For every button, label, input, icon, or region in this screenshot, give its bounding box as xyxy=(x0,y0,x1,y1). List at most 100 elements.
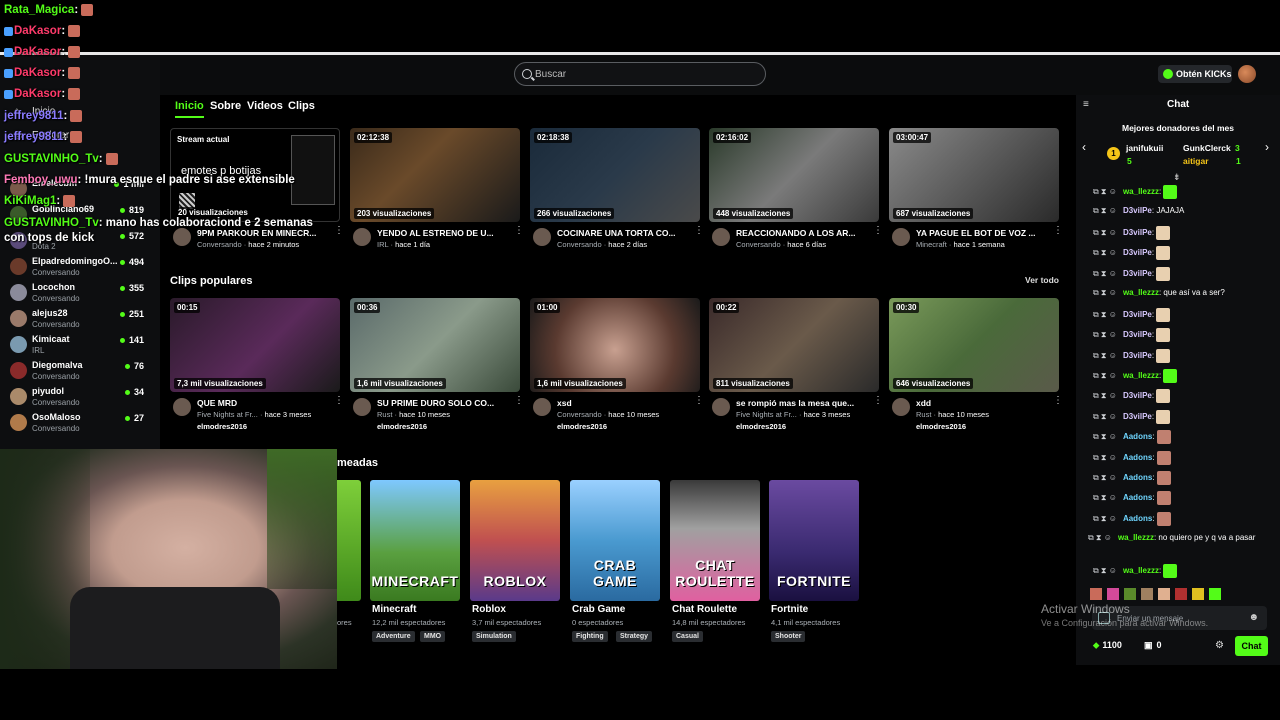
moderation-icons[interactable]: ⧉ ⧗ ☺ xyxy=(1093,432,1117,441)
channel-avatar[interactable] xyxy=(892,228,910,246)
moderation-icons[interactable]: ⧉ ⧗ ☺ xyxy=(1093,566,1117,575)
donor-name[interactable]: aitigar xyxy=(1183,156,1209,166)
category-name[interactable]: Crab Game xyxy=(572,604,625,615)
chat-username[interactable]: Aadons xyxy=(1123,514,1152,523)
clip-author[interactable]: elmodres2016 xyxy=(736,422,786,431)
video-category[interactable]: Conversando xyxy=(736,240,781,249)
chat-username[interactable]: wa_llezzz xyxy=(1123,566,1159,575)
moderation-icons[interactable]: ⧉ ⧗ ☺ xyxy=(1088,533,1112,542)
category-image[interactable]: MINECRAFT xyxy=(370,480,460,601)
clip-author[interactable]: elmodres2016 xyxy=(377,422,427,431)
moderation-icons[interactable]: ⧉ ⧗ ☺ xyxy=(1093,514,1117,523)
followed-channel[interactable]: ElpadredomingoO... Conversando 494 xyxy=(10,256,156,280)
chat-username[interactable]: wa_llezzz xyxy=(1123,187,1159,196)
clip-category[interactable]: Five Nights at Fr... xyxy=(736,410,797,419)
search-bar[interactable] xyxy=(514,62,766,86)
video-category[interactable]: Minecraft xyxy=(916,240,947,249)
more-options-icon[interactable]: ⋮ xyxy=(334,396,344,406)
clip-category[interactable]: Rust xyxy=(377,410,392,419)
category-tag[interactable]: Casual xyxy=(672,631,703,642)
clip-thumbnail[interactable]: 00:36 1,6 mil visualizaciones xyxy=(350,298,520,392)
chat-username[interactable]: D3vilPe xyxy=(1123,351,1152,360)
category-name[interactable]: Minecraft xyxy=(372,604,416,615)
category-image[interactable]: ROBLOX xyxy=(470,480,560,601)
moderation-icons[interactable]: ⧉ ⧗ ☺ xyxy=(1093,351,1117,360)
category-name[interactable]: Fortnite xyxy=(771,604,808,615)
clip-thumbnail[interactable]: 00:15 7,3 mil visualizaciones xyxy=(170,298,340,392)
followed-channel[interactable]: Locochon Conversando 355 xyxy=(10,282,156,306)
clip-title[interactable]: xsd xyxy=(557,398,689,408)
video-thumbnail[interactable]: 03:00:47 687 visualizaciones xyxy=(889,128,1059,222)
get-kicks-button[interactable]: Obtén KICKs xyxy=(1158,65,1232,83)
clip-author[interactable]: elmodres2016 xyxy=(197,422,247,431)
gear-icon[interactable]: ⚙ xyxy=(1215,640,1224,651)
clip-category[interactable]: Five Nights at Fr... xyxy=(197,410,258,419)
tab-clips[interactable]: Clips xyxy=(288,100,315,112)
tab-inicio[interactable]: Inicio xyxy=(175,100,204,118)
channel-avatar[interactable] xyxy=(353,398,371,416)
more-options-icon[interactable]: ⋮ xyxy=(514,396,524,406)
chevron-right-icon[interactable]: › xyxy=(1265,140,1269,154)
chat-username[interactable]: Aadons xyxy=(1123,453,1152,462)
more-options-icon[interactable]: ⋮ xyxy=(873,226,883,236)
chat-username[interactable]: D3vilPe xyxy=(1123,248,1152,257)
channel-avatar[interactable] xyxy=(892,398,910,416)
channel-points[interactable]: ⬥ 1100 xyxy=(1093,640,1122,651)
chat-username[interactable]: Aadons xyxy=(1123,473,1152,482)
user-avatar[interactable] xyxy=(1238,65,1256,83)
clip-thumbnail[interactable]: 00:22 811 visualizaciones xyxy=(709,298,879,392)
smiley-icon[interactable]: ☻ xyxy=(1248,612,1259,623)
chat-username[interactable]: D3vilPe xyxy=(1123,206,1152,215)
more-options-icon[interactable]: ⋮ xyxy=(694,396,704,406)
tab-sobre[interactable]: Sobre xyxy=(210,100,241,112)
followed-channel[interactable]: OsoMaloso Conversando 27 xyxy=(10,412,156,436)
chat-username[interactable]: D3vilPe xyxy=(1123,330,1152,339)
channel-avatar[interactable] xyxy=(533,398,551,416)
see-all-link[interactable]: Ver todo xyxy=(1025,275,1059,285)
chat-username[interactable]: D3vilPe xyxy=(1123,391,1152,400)
partial-category-image[interactable] xyxy=(337,480,361,601)
video-thumbnail[interactable]: 02:18:38 266 visualizaciones xyxy=(530,128,700,222)
chat-username[interactable]: Aadons xyxy=(1123,493,1152,502)
moderation-icons[interactable]: ⧉ ⧗ ☺ xyxy=(1093,371,1117,380)
collapse-chat-icon[interactable]: ≡ xyxy=(1083,100,1093,110)
chat-username[interactable]: D3vilPe xyxy=(1123,412,1152,421)
more-options-icon[interactable]: ⋮ xyxy=(514,226,524,236)
chat-username[interactable]: wa_llezzz xyxy=(1123,288,1159,297)
moderation-icons[interactable]: ⧉ ⧗ ☺ xyxy=(1093,453,1117,462)
kicks-balance[interactable]: ▣ 0 xyxy=(1144,640,1162,651)
more-options-icon[interactable]: ⋮ xyxy=(334,226,344,236)
moderation-icons[interactable]: ⧉ ⧗ ☺ xyxy=(1093,269,1117,278)
more-options-icon[interactable]: ⋮ xyxy=(1053,226,1063,236)
clip-title[interactable]: SU PRIME DURO SOLO CO... xyxy=(377,398,509,408)
followed-channel[interactable]: Kimicaat IRL 141 xyxy=(10,334,156,358)
video-thumbnail[interactable]: 02:12:38 203 visualizaciones xyxy=(350,128,520,222)
category-image[interactable]: CHAT ROULETTE xyxy=(670,480,760,601)
clip-title[interactable]: xdd xyxy=(916,398,1048,408)
followed-channel[interactable]: piyudol Conversando 34 xyxy=(10,386,156,410)
pin-icon[interactable]: ⇟ xyxy=(1173,172,1181,183)
clip-title[interactable]: QUE MRD xyxy=(197,398,329,408)
moderation-icons[interactable]: ⧉ ⧗ ☺ xyxy=(1093,206,1117,215)
video-title[interactable]: YENDO AL ESTRENO DE U... xyxy=(377,228,509,238)
video-thumbnail[interactable]: 02:16:02 448 visualizaciones xyxy=(709,128,879,222)
moderation-icons[interactable]: ⧉ ⧗ ☺ xyxy=(1093,493,1117,502)
chat-username[interactable]: Aadons xyxy=(1123,432,1152,441)
moderation-icons[interactable]: ⧉ ⧗ ☺ xyxy=(1093,228,1117,237)
video-category[interactable]: IRL xyxy=(377,240,388,249)
category-tag[interactable]: Adventure xyxy=(372,631,415,642)
followed-channel[interactable]: Diegomalva Conversando 76 xyxy=(10,360,156,384)
chat-username[interactable]: wa_llezzz xyxy=(1118,533,1154,542)
clip-title[interactable]: se rompió mas la mesa que... xyxy=(736,398,868,408)
category-tag[interactable]: Simulation xyxy=(472,631,516,642)
moderation-icons[interactable]: ⧉ ⧗ ☺ xyxy=(1093,310,1117,319)
moderation-icons[interactable]: ⧉ ⧗ ☺ xyxy=(1093,248,1117,257)
tab-videos[interactable]: Videos xyxy=(247,100,283,112)
clip-thumbnail[interactable]: 01:00 1,6 mil visualizaciones xyxy=(530,298,700,392)
category-name[interactable]: Chat Roulette xyxy=(672,604,737,615)
channel-avatar[interactable] xyxy=(173,398,191,416)
channel-avatar[interactable] xyxy=(353,228,371,246)
channel-avatar[interactable] xyxy=(533,228,551,246)
followed-channel[interactable]: alejus28 Conversando 251 xyxy=(10,308,156,332)
clip-thumbnail[interactable]: 00:30 646 visualizaciones xyxy=(889,298,1059,392)
